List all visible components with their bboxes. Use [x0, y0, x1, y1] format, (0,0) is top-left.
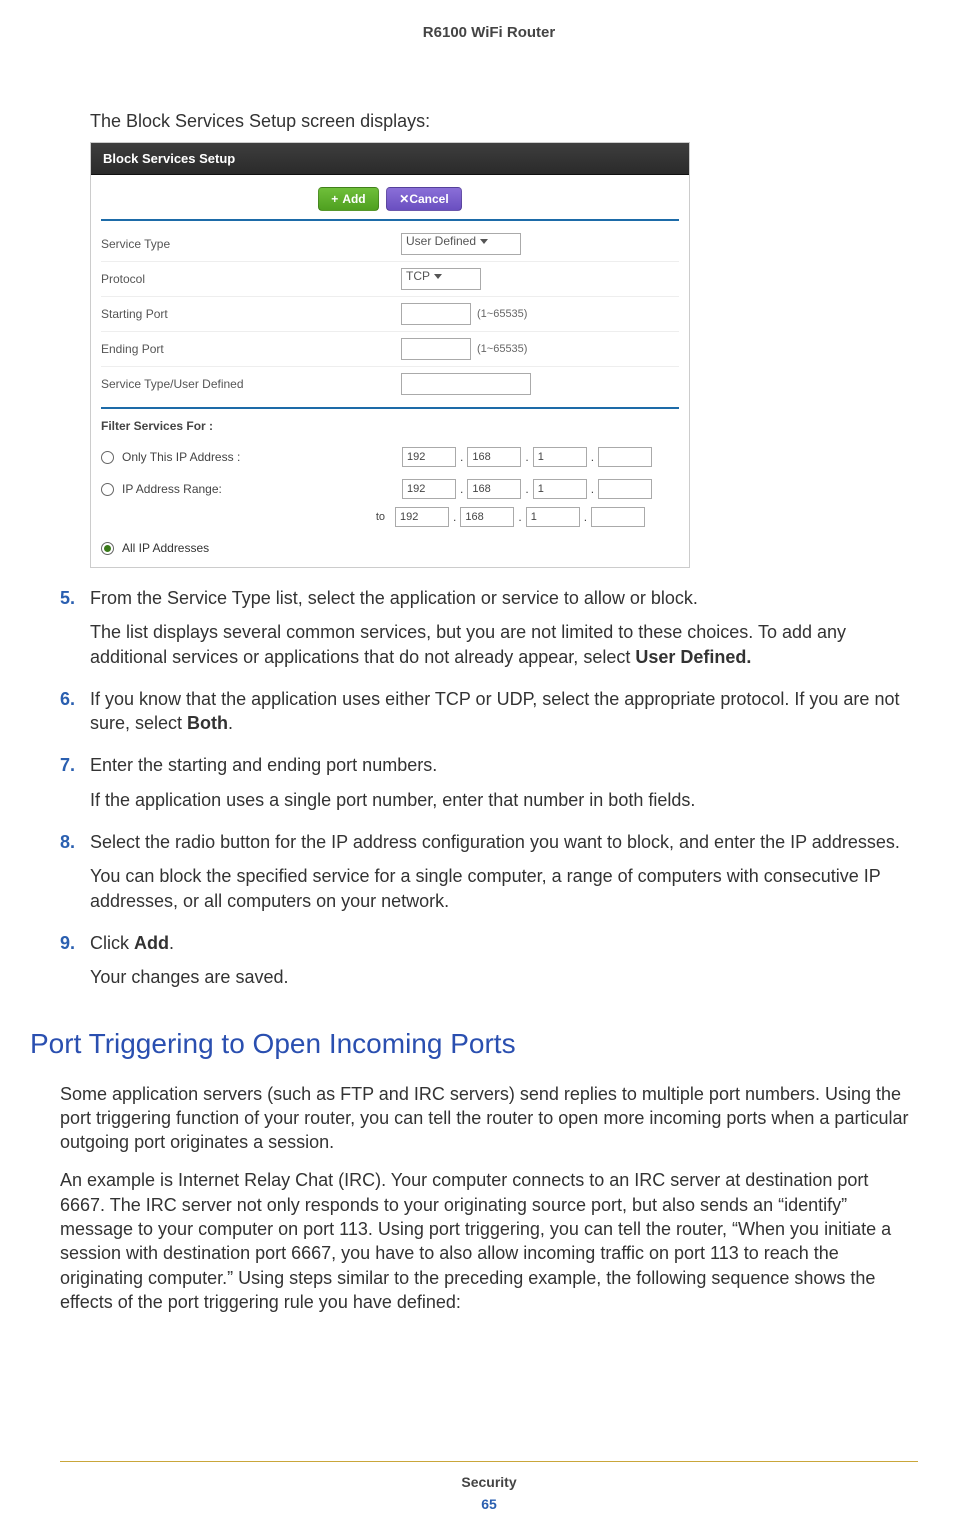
step-5-line2: The list displays several common service…: [90, 620, 918, 669]
ip-b1-1[interactable]: 192: [402, 479, 456, 499]
divider: [101, 219, 679, 221]
ip-a-4[interactable]: [598, 447, 652, 467]
label-to: to: [101, 511, 395, 523]
port-hint-2: (1~65535): [477, 343, 527, 355]
step-num-7: 7.: [60, 753, 90, 822]
step-num-6: 6.: [60, 687, 90, 746]
ip-a-3[interactable]: 1: [533, 447, 587, 467]
ip-b2-3[interactable]: 1: [526, 507, 580, 527]
label-only-this-ip: Only This IP Address :: [122, 450, 402, 464]
label-all-ip: All IP Addresses: [122, 541, 209, 555]
label-ip-range: IP Address Range:: [122, 482, 402, 496]
starting-port-input[interactable]: [401, 303, 471, 325]
step-5-line1: From the Service Type list, select the a…: [90, 586, 918, 610]
ending-port-input[interactable]: [401, 338, 471, 360]
block-services-panel: Block Services Setup + Add ✕Cancel Servic…: [90, 142, 690, 568]
label-service-type: Service Type: [101, 237, 401, 251]
ip-b1-3[interactable]: 1: [533, 479, 587, 499]
para-1: Some application servers (such as FTP an…: [60, 1082, 918, 1155]
step-num-8: 8.: [60, 830, 90, 923]
ip-b2-2[interactable]: 168: [460, 507, 514, 527]
radio-all-ip[interactable]: [101, 542, 114, 555]
radio-ip-range[interactable]: [101, 483, 114, 496]
ip-b1-4[interactable]: [598, 479, 652, 499]
panel-title: Block Services Setup: [91, 143, 689, 175]
step-8-line2: You can block the specified service for …: [90, 864, 918, 913]
cancel-button[interactable]: ✕Cancel: [386, 187, 461, 211]
step-num-9: 9.: [60, 931, 90, 1000]
step-num-5: 5.: [60, 586, 90, 679]
footer: Security 65: [0, 1461, 978, 1512]
chevron-down-icon: [434, 274, 442, 279]
footer-page-number: 65: [0, 1496, 978, 1512]
intro-text: The Block Services Setup screen displays…: [90, 111, 918, 132]
label-protocol: Protocol: [101, 272, 401, 286]
doc-header: R6100 WiFi Router: [60, 24, 918, 41]
add-button[interactable]: + Add: [318, 187, 378, 211]
step-8-line1: Select the radio button for the IP addre…: [90, 830, 918, 854]
radio-only-this-ip[interactable]: [101, 451, 114, 464]
service-type-select[interactable]: User Defined: [401, 233, 521, 255]
ip-a-1[interactable]: 192: [402, 447, 456, 467]
panel-toolbar: + Add ✕Cancel: [91, 175, 689, 219]
step-9-line2: Your changes are saved.: [90, 965, 918, 989]
cancel-button-label: Cancel: [409, 192, 448, 206]
plus-icon: +: [331, 192, 338, 206]
para-2: An example is Internet Relay Chat (IRC).…: [60, 1168, 918, 1314]
section-heading: Port Triggering to Open Incoming Ports: [30, 1028, 918, 1060]
step-7: 7. Enter the starting and ending port nu…: [60, 753, 918, 822]
step-7-line2: If the application uses a single port nu…: [90, 788, 918, 812]
user-defined-input[interactable]: [401, 373, 531, 395]
label-ending-port: Ending Port: [101, 342, 401, 356]
protocol-select[interactable]: TCP: [401, 268, 481, 290]
x-icon: ✕: [399, 192, 409, 206]
filter-title: Filter Services For :: [101, 415, 679, 441]
ip-a-2[interactable]: 168: [467, 447, 521, 467]
step-9-line1: Click Add.: [90, 931, 918, 955]
step-9: 9. Click Add. Your changes are saved.: [60, 931, 918, 1000]
label-starting-port: Starting Port: [101, 307, 401, 321]
label-user-defined: Service Type/User Defined: [101, 377, 401, 391]
footer-title: Security: [0, 1474, 978, 1490]
chevron-down-icon: [480, 239, 488, 244]
port-hint: (1~65535): [477, 308, 527, 320]
add-button-label: Add: [342, 192, 365, 206]
ip-b2-1[interactable]: 192: [395, 507, 449, 527]
step-8: 8. Select the radio button for the IP ad…: [60, 830, 918, 923]
step-6-line1: If you know that the application uses ei…: [90, 687, 918, 736]
step-7-line1: Enter the starting and ending port numbe…: [90, 753, 918, 777]
ip-b2-4[interactable]: [591, 507, 645, 527]
footer-rule: [60, 1461, 918, 1462]
ip-b1-2[interactable]: 168: [467, 479, 521, 499]
step-5: 5. From the Service Type list, select th…: [60, 586, 918, 679]
step-6: 6. If you know that the application uses…: [60, 687, 918, 746]
